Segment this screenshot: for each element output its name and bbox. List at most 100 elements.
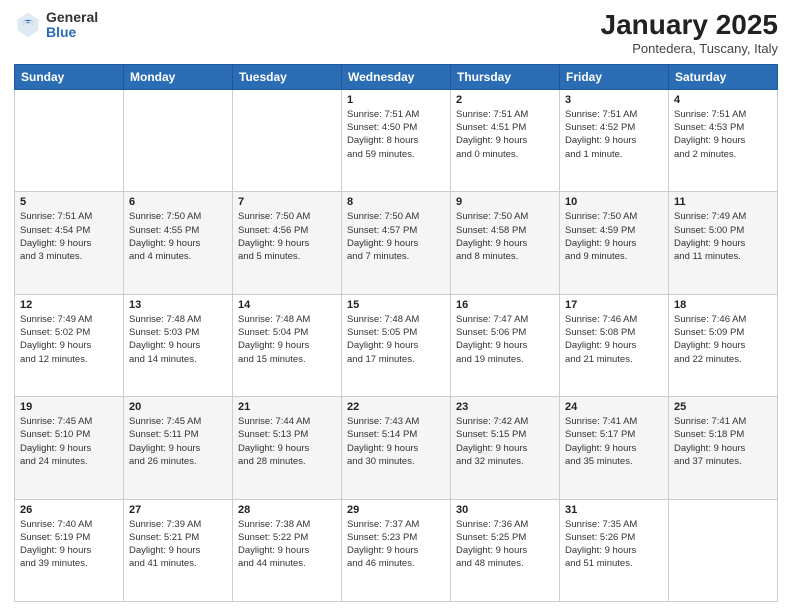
calendar-cell: 6 Sunrise: 7:50 AM Sunset: 4:55 PM Daylig… (124, 192, 233, 294)
calendar-header: Sunday Monday Tuesday Wednesday Thursday… (15, 64, 778, 89)
day-number: 26 (20, 504, 118, 516)
day-info: Sunrise: 7:40 AM Sunset: 5:19 PM Dayligh… (20, 518, 118, 571)
calendar-cell: 25 Sunrise: 7:41 AM Sunset: 5:18 PM Dayli… (669, 397, 778, 499)
day-info: Sunrise: 7:45 AM Sunset: 5:11 PM Dayligh… (129, 415, 227, 468)
logo-blue-text: Blue (46, 25, 98, 40)
day-number: 1 (347, 94, 445, 106)
calendar-cell: 24 Sunrise: 7:41 AM Sunset: 5:17 PM Dayli… (560, 397, 669, 499)
day-number: 20 (129, 401, 227, 413)
calendar-cell (124, 89, 233, 191)
col-friday: Friday (560, 64, 669, 89)
day-info: Sunrise: 7:45 AM Sunset: 5:10 PM Dayligh… (20, 415, 118, 468)
day-number: 19 (20, 401, 118, 413)
calendar-cell: 7 Sunrise: 7:50 AM Sunset: 4:56 PM Daylig… (233, 192, 342, 294)
col-thursday: Thursday (451, 64, 560, 89)
calendar-week-2: 5Sunrise: 7:51 AM Sunset: 4:54 PM Daylig… (15, 192, 778, 294)
calendar-cell: 28Sunrise: 7:38 AM Sunset: 5:22 PM Dayli… (233, 499, 342, 601)
calendar-cell: 17Sunrise: 7:46 AM Sunset: 5:08 PM Dayli… (560, 294, 669, 396)
day-number: 7 (238, 196, 336, 208)
day-number: 3 (565, 94, 663, 106)
calendar-cell: 20 Sunrise: 7:45 AM Sunset: 5:11 PM Dayli… (124, 397, 233, 499)
day-info: Sunrise: 7:44 AM Sunset: 5:13 PM Dayligh… (238, 415, 336, 468)
calendar-cell: 8 Sunrise: 7:50 AM Sunset: 4:57 PM Daylig… (342, 192, 451, 294)
day-number: 4 (674, 94, 772, 106)
calendar-cell: 18Sunrise: 7:46 AM Sunset: 5:09 PM Dayli… (669, 294, 778, 396)
day-info: Sunrise: 7:35 AM Sunset: 5:26 PM Dayligh… (565, 518, 663, 571)
col-wednesday: Wednesday (342, 64, 451, 89)
day-number: 27 (129, 504, 227, 516)
title-block: January 2025 Pontedera, Tuscany, Italy (601, 10, 778, 56)
day-info: Sunrise: 7:42 AM Sunset: 5:15 PM Dayligh… (456, 415, 554, 468)
day-number: 8 (347, 196, 445, 208)
day-info: Sunrise: 7:50 AM Sunset: 4:55 PM Dayligh… (129, 210, 227, 263)
day-number: 11 (674, 196, 772, 208)
day-header-row: Sunday Monday Tuesday Wednesday Thursday… (15, 64, 778, 89)
day-info: Sunrise: 7:50 AM Sunset: 4:58 PM Dayligh… (456, 210, 554, 263)
calendar-cell: 13 Sunrise: 7:48 AM Sunset: 5:03 PM Dayli… (124, 294, 233, 396)
day-info: Sunrise: 7:49 AM Sunset: 5:02 PM Dayligh… (20, 313, 118, 366)
day-info: Sunrise: 7:51 AM Sunset: 4:54 PM Dayligh… (20, 210, 118, 263)
day-info: Sunrise: 7:39 AM Sunset: 5:21 PM Dayligh… (129, 518, 227, 571)
day-info: Sunrise: 7:50 AM Sunset: 4:56 PM Dayligh… (238, 210, 336, 263)
calendar-cell: 1 Sunrise: 7:51 AM Sunset: 4:50 PM Daylig… (342, 89, 451, 191)
col-monday: Monday (124, 64, 233, 89)
day-info: Sunrise: 7:51 AM Sunset: 4:52 PM Dayligh… (565, 108, 663, 161)
location: Pontedera, Tuscany, Italy (601, 41, 778, 56)
calendar-week-3: 12Sunrise: 7:49 AM Sunset: 5:02 PM Dayli… (15, 294, 778, 396)
day-number: 31 (565, 504, 663, 516)
day-number: 23 (456, 401, 554, 413)
day-number: 6 (129, 196, 227, 208)
day-info: Sunrise: 7:37 AM Sunset: 5:23 PM Dayligh… (347, 518, 445, 571)
day-info: Sunrise: 7:51 AM Sunset: 4:53 PM Dayligh… (674, 108, 772, 161)
day-number: 28 (238, 504, 336, 516)
col-sunday: Sunday (15, 64, 124, 89)
logo-general-text: General (46, 10, 98, 25)
day-number: 25 (674, 401, 772, 413)
col-saturday: Saturday (669, 64, 778, 89)
day-number: 22 (347, 401, 445, 413)
month-title: January 2025 (601, 10, 778, 41)
calendar-cell: 4 Sunrise: 7:51 AM Sunset: 4:53 PM Daylig… (669, 89, 778, 191)
day-info: Sunrise: 7:48 AM Sunset: 5:05 PM Dayligh… (347, 313, 445, 366)
day-info: Sunrise: 7:48 AM Sunset: 5:04 PM Dayligh… (238, 313, 336, 366)
calendar-week-1: 1 Sunrise: 7:51 AM Sunset: 4:50 PM Daylig… (15, 89, 778, 191)
day-info: Sunrise: 7:51 AM Sunset: 4:51 PM Dayligh… (456, 108, 554, 161)
calendar-cell: 10 Sunrise: 7:50 AM Sunset: 4:59 PM Dayli… (560, 192, 669, 294)
day-number: 15 (347, 299, 445, 311)
calendar-cell (15, 89, 124, 191)
page: General Blue January 2025 Pontedera, Tus… (0, 0, 792, 612)
day-number: 10 (565, 196, 663, 208)
calendar-cell: 15 Sunrise: 7:48 AM Sunset: 5:05 PM Dayli… (342, 294, 451, 396)
day-number: 21 (238, 401, 336, 413)
day-info: Sunrise: 7:43 AM Sunset: 5:14 PM Dayligh… (347, 415, 445, 468)
day-number: 24 (565, 401, 663, 413)
day-info: Sunrise: 7:51 AM Sunset: 4:50 PM Dayligh… (347, 108, 445, 161)
day-info: Sunrise: 7:48 AM Sunset: 5:03 PM Dayligh… (129, 313, 227, 366)
calendar-cell: 12Sunrise: 7:49 AM Sunset: 5:02 PM Dayli… (15, 294, 124, 396)
calendar-cell: 3 Sunrise: 7:51 AM Sunset: 4:52 PM Daylig… (560, 89, 669, 191)
calendar-cell: 22 Sunrise: 7:43 AM Sunset: 5:14 PM Dayli… (342, 397, 451, 499)
calendar-cell: 16Sunrise: 7:47 AM Sunset: 5:06 PM Dayli… (451, 294, 560, 396)
day-number: 16 (456, 299, 554, 311)
day-number: 29 (347, 504, 445, 516)
day-info: Sunrise: 7:41 AM Sunset: 5:17 PM Dayligh… (565, 415, 663, 468)
calendar-cell: 5Sunrise: 7:51 AM Sunset: 4:54 PM Daylig… (15, 192, 124, 294)
calendar-week-5: 26 Sunrise: 7:40 AM Sunset: 5:19 PM Dayli… (15, 499, 778, 601)
day-number: 13 (129, 299, 227, 311)
day-info: Sunrise: 7:50 AM Sunset: 4:59 PM Dayligh… (565, 210, 663, 263)
calendar-cell: 21 Sunrise: 7:44 AM Sunset: 5:13 PM Dayli… (233, 397, 342, 499)
logo-text: General Blue (46, 10, 98, 41)
day-info: Sunrise: 7:49 AM Sunset: 5:00 PM Dayligh… (674, 210, 772, 263)
calendar-cell: 26 Sunrise: 7:40 AM Sunset: 5:19 PM Dayli… (15, 499, 124, 601)
day-number: 2 (456, 94, 554, 106)
day-number: 14 (238, 299, 336, 311)
logo: General Blue (14, 10, 98, 41)
day-info: Sunrise: 7:50 AM Sunset: 4:57 PM Dayligh… (347, 210, 445, 263)
calendar-body: 1 Sunrise: 7:51 AM Sunset: 4:50 PM Daylig… (15, 89, 778, 601)
day-info: Sunrise: 7:36 AM Sunset: 5:25 PM Dayligh… (456, 518, 554, 571)
header: General Blue January 2025 Pontedera, Tus… (14, 10, 778, 56)
calendar-cell: 31 Sunrise: 7:35 AM Sunset: 5:26 PM Dayli… (560, 499, 669, 601)
day-info: Sunrise: 7:46 AM Sunset: 5:08 PM Dayligh… (565, 313, 663, 366)
day-number: 18 (674, 299, 772, 311)
day-info: Sunrise: 7:41 AM Sunset: 5:18 PM Dayligh… (674, 415, 772, 468)
